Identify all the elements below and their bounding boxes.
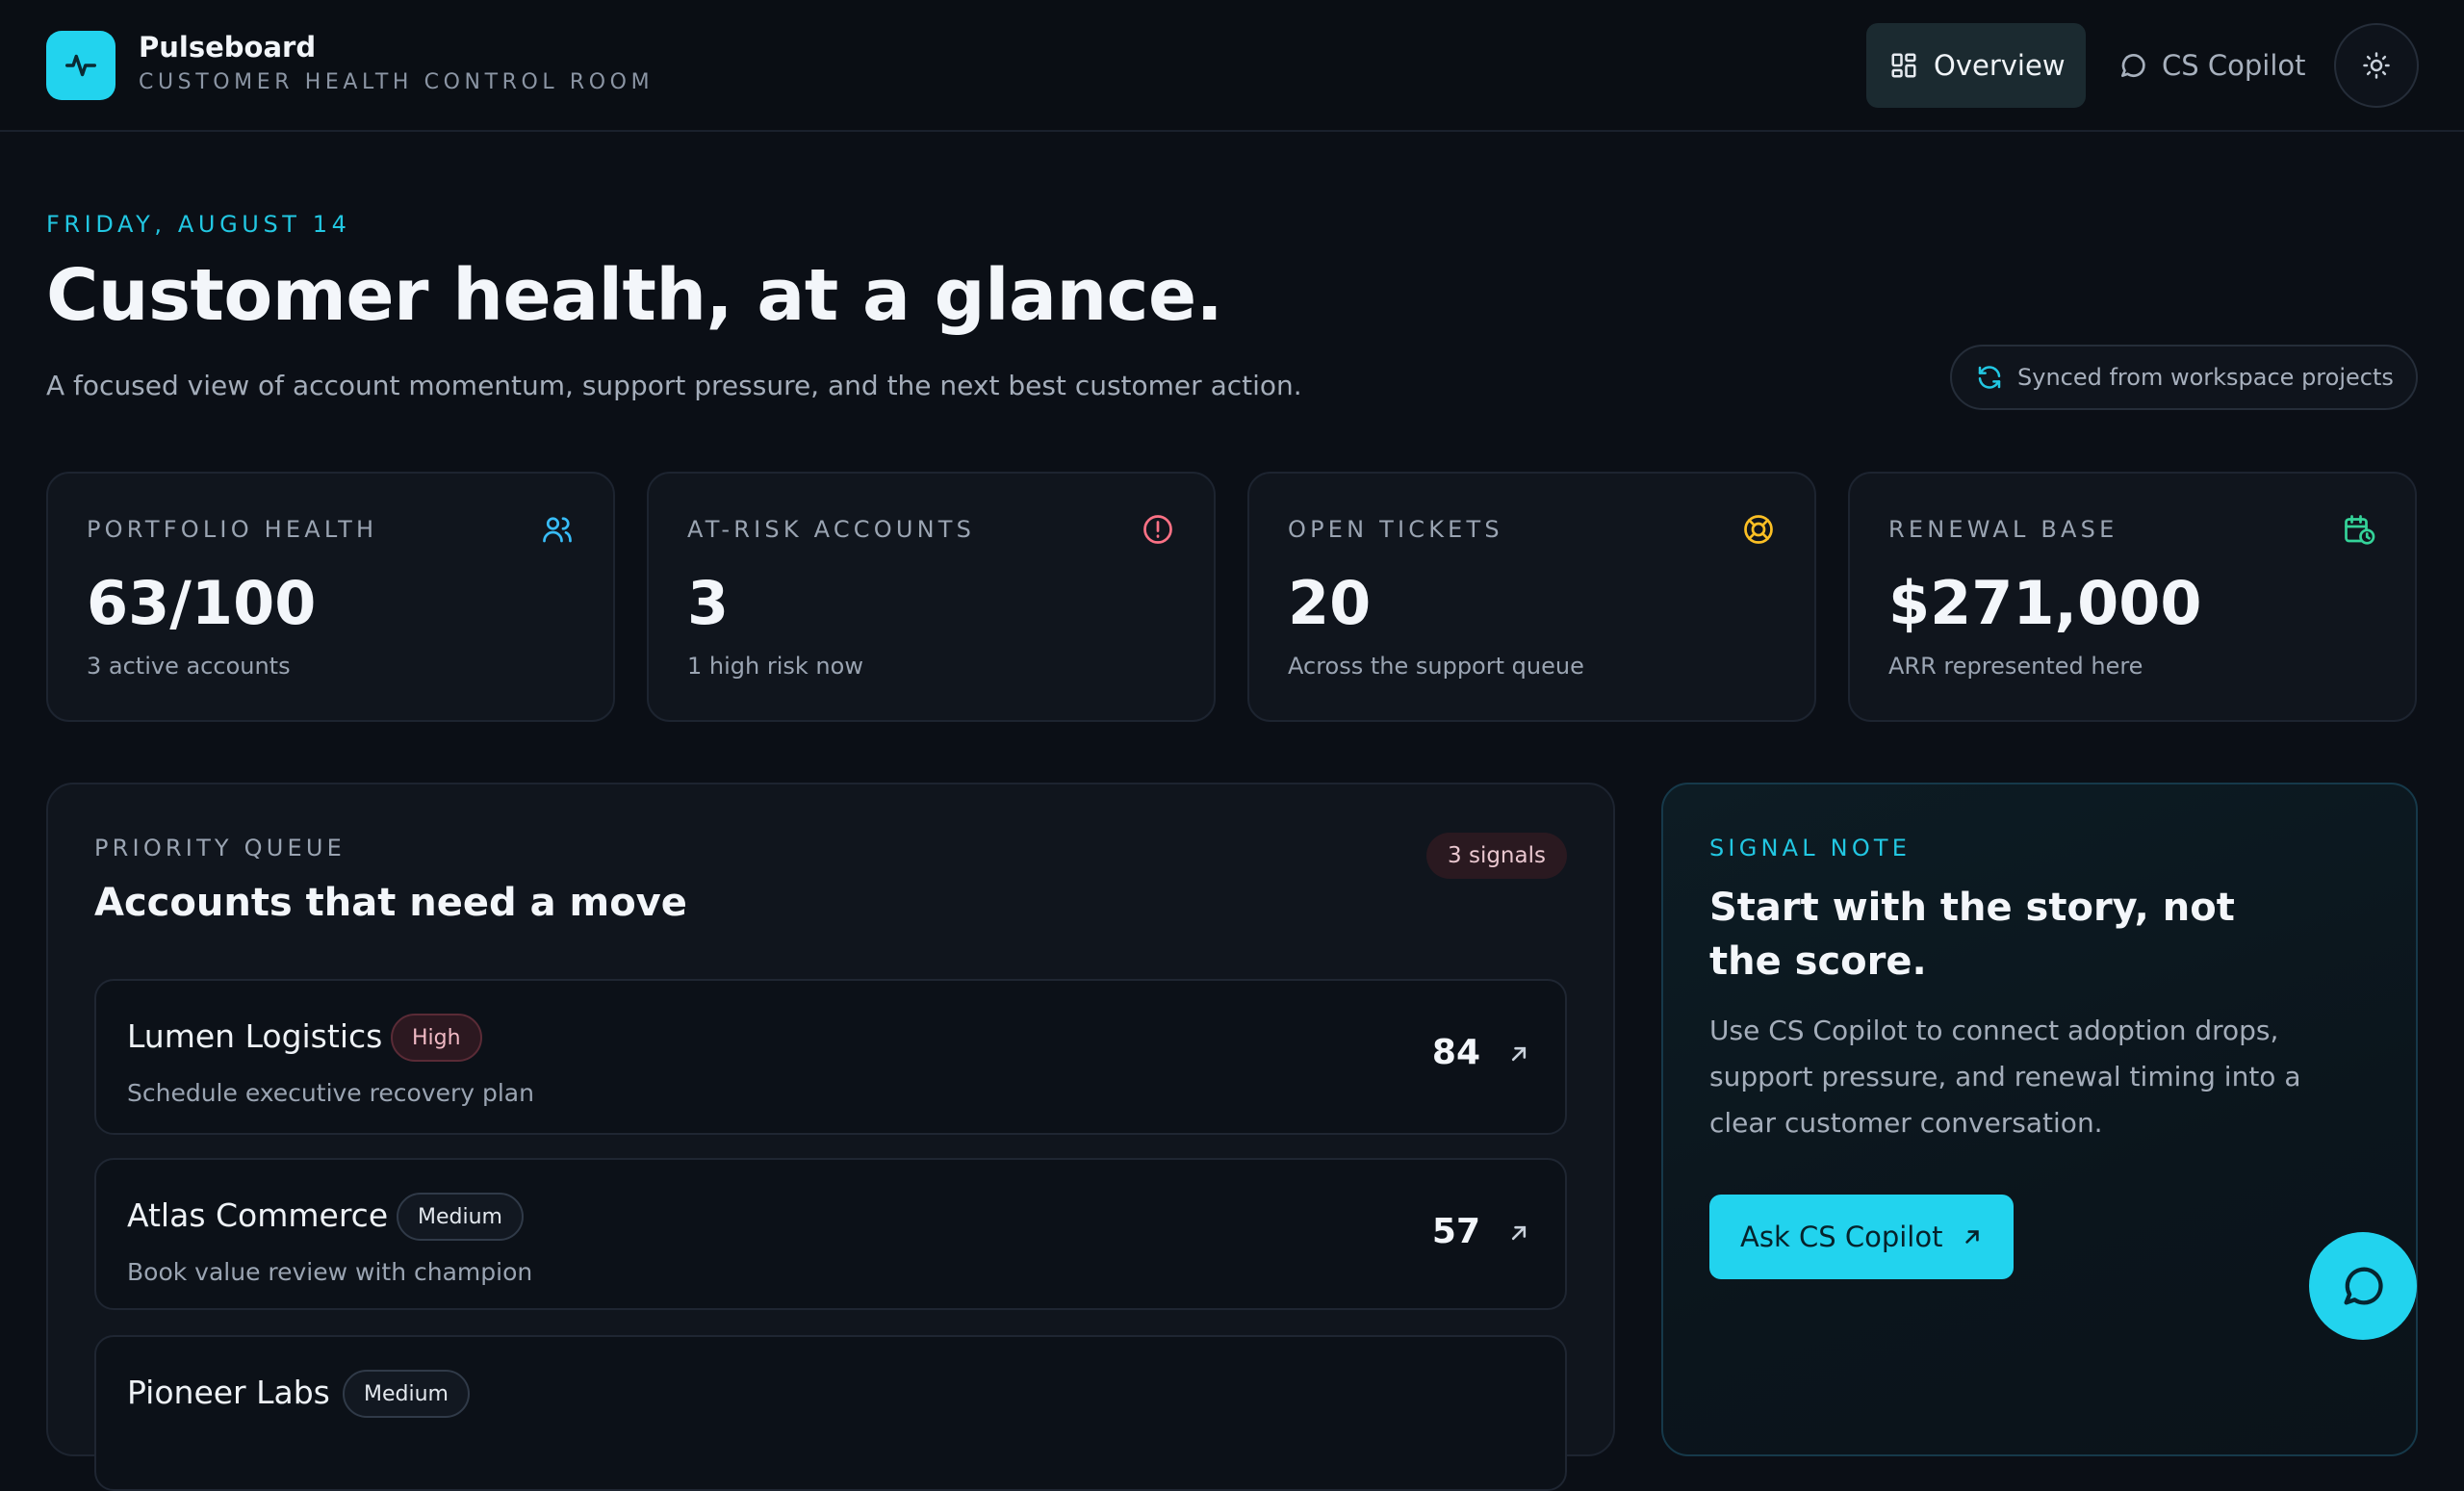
brand-name: Pulseboard [139,31,317,64]
top-bar: Pulseboard CUSTOMER HEALTH CONTROL ROOM … [0,0,2464,132]
ask-cs-copilot-button[interactable]: Ask CS Copilot [1709,1195,2014,1279]
nav-copilot-label: CS Copilot [2162,49,2306,82]
refresh-icon [1978,366,2001,389]
risk-badge: Medium [397,1193,524,1241]
brand-subtitle: CUSTOMER HEALTH CONTROL ROOM [139,70,654,94]
stat-value: 20 [1288,568,1372,638]
stat-note: 1 high risk now [687,653,863,680]
section-eyebrow: SIGNAL NOTE [1709,835,1912,861]
arrow-up-right-icon [1965,1230,1980,1244]
pulse-logo-icon[interactable] [46,31,116,100]
lifebuoy-icon [1744,515,1773,544]
chat-bubble-icon [2121,54,2145,77]
arrow-up-right-icon[interactable] [1505,1041,1532,1067]
nav-cs-copilot[interactable]: CS Copilot [2098,23,2318,108]
arrow-up-right-icon[interactable] [1505,1220,1532,1247]
page-title: Customer health, at a glance. [46,254,1223,337]
account-row-lumen-logistics[interactable]: Lumen Logistics High Schedule executive … [94,979,1567,1135]
signal-note-title: Start with the story, not the score. [1709,886,2235,984]
sync-status-label: Synced from workspace projects [2017,364,2394,391]
account-name: Atlas Commerce [127,1196,389,1234]
stat-card-renewal-base: RENEWAL BASE $271,000 ARR represented he… [1848,472,2417,722]
stat-label: PORTFOLIO HEALTH [87,516,378,543]
stat-value: $271,000 [1888,568,2202,638]
section-title: Accounts that need a move [94,881,687,925]
account-next-action: Schedule executive recovery plan [127,1079,534,1107]
sun-icon [2363,52,2390,79]
stat-label: AT-RISK ACCOUNTS [687,516,976,543]
alert-circle-icon [1143,515,1172,544]
chat-launcher-button[interactable] [2309,1232,2417,1340]
risk-badge: High [391,1014,482,1062]
signal-note-panel: SIGNAL NOTE Start with the story, not th… [1661,783,2418,1456]
stat-card-portfolio-health: PORTFOLIO HEALTH 63/100 3 active account… [46,472,615,722]
current-date: FRIDAY, AUGUST 14 [46,211,351,238]
stat-label: RENEWAL BASE [1888,516,2118,543]
chat-bubble-icon [2344,1267,2383,1305]
account-row-pioneer-labs[interactable]: Pioneer Labs Medium [94,1335,1567,1491]
priority-queue-panel: PRIORITY QUEUE Accounts that need a move… [46,783,1615,1491]
sync-status-pill[interactable]: Synced from workspace projects [1950,345,2418,410]
page-subtitle: A focused view of account momentum, supp… [46,370,1302,401]
stat-card-at-risk-accounts: AT-RISK ACCOUNTS 3 1 high risk now [647,472,1216,722]
stat-value: 3 [687,568,730,638]
stat-note: 3 active accounts [87,653,291,680]
section-eyebrow: PRIORITY QUEUE [94,835,346,861]
stat-label: OPEN TICKETS [1288,516,1503,543]
dashboard-icon [1891,53,1916,78]
stat-note: Across the support queue [1288,653,1584,680]
risk-badge: Medium [343,1370,470,1418]
account-next-action: Book value review with champion [127,1258,533,1286]
nav-overview-label: Overview [1934,49,2066,82]
stat-note: ARR represented here [1888,653,2143,680]
account-score: 84 [1431,1033,1480,1072]
ask-cs-copilot-label: Ask CS Copilot [1740,1221,1943,1253]
theme-toggle-button[interactable] [2334,23,2419,108]
stat-value: 63/100 [87,568,317,638]
users-icon [543,517,572,543]
signal-note-body: Use CS Copilot to connect adoption drops… [1709,1015,2301,1139]
account-score: 57 [1431,1212,1480,1251]
calendar-clock-icon [2345,515,2375,545]
account-row-atlas-commerce[interactable]: Atlas Commerce Medium Book value review … [94,1158,1567,1310]
account-name: Lumen Logistics [127,1017,383,1055]
account-name: Pioneer Labs [127,1374,330,1411]
signals-count-badge: 3 signals [1426,833,1567,879]
stat-card-open-tickets: OPEN TICKETS 20 Across the support queue [1247,472,1816,722]
nav-overview[interactable]: Overview [1866,23,2086,108]
